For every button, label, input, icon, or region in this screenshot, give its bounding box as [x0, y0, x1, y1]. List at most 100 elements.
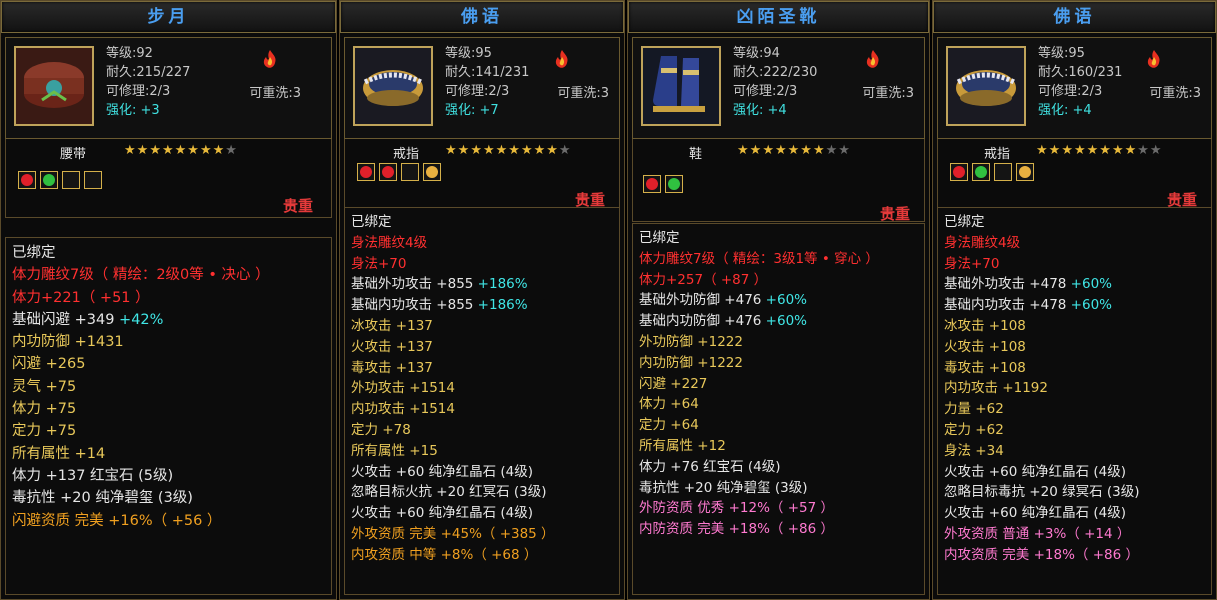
- gem-slot-empty[interactable]: [84, 171, 102, 189]
- attribute-text: 外攻资质 普通 +3%（ +14 ）: [944, 525, 1131, 542]
- level-text: 等级:95: [445, 46, 492, 61]
- attribute-text: 灵气 +75: [12, 378, 77, 395]
- gem-slot-empty[interactable]: [401, 163, 419, 181]
- attribute-line: 内攻资质 完美 +18%（ +86 ）: [944, 545, 1205, 566]
- item-type: 鞋: [689, 147, 703, 162]
- item-stats: 等级:92 耐久:215/227 可修理:2/3 强化: +3: [106, 44, 190, 120]
- star-icon: ★: [774, 143, 788, 158]
- attribute-line: 定力 +62: [944, 420, 1205, 441]
- attribute-text: 身法+70: [944, 255, 1000, 272]
- attribute-line: 冰攻击 +108: [944, 316, 1205, 337]
- attribute-text: 定力 +75: [12, 423, 77, 440]
- attribute-line: 火攻击 +108: [944, 337, 1205, 358]
- star-icon: ★: [558, 143, 572, 158]
- attribute-text: 冰攻击 +137: [351, 317, 433, 334]
- attribute-line: 定力 +64: [639, 415, 918, 436]
- attribute-line: 外攻资质 完美 +45%（ +385 ）: [351, 524, 613, 545]
- attribute-text: 火攻击 +60 纯净红晶石 (4级): [944, 463, 1126, 480]
- attribute-line: 身法+70: [944, 254, 1205, 275]
- item-type: 戒指: [984, 147, 1011, 162]
- attribute-text: 基础内功攻击 +478: [944, 297, 1067, 314]
- star-icon: ★: [457, 143, 471, 158]
- attribute-line: 身法雕纹4级: [944, 233, 1205, 254]
- attribute-line: 内功防御 +1222: [639, 353, 918, 374]
- star-icon: ★: [1036, 143, 1049, 158]
- star-icon: ★: [1124, 143, 1138, 158]
- attribute-line: 基础闪避 +349 +42%: [12, 309, 325, 331]
- attribute-line: 基础外功防御 +476 +60%: [639, 290, 918, 311]
- gem-slot-yellow[interactable]: [1016, 163, 1034, 181]
- item-title: 佛语: [340, 1, 624, 33]
- item-stats: 等级:95 耐久:160/231 可修理:2/3 强化: +4: [1038, 44, 1122, 120]
- gem-slots: [18, 171, 102, 189]
- star-icon: ★: [533, 143, 547, 158]
- enhance-label: 强化:: [106, 103, 137, 118]
- enhance-label: 强化:: [733, 103, 764, 118]
- attribute-text: 体力+257（ +87 ）: [639, 271, 768, 288]
- attribute-text: 毒抗性 +20 纯净碧玺 (3级): [639, 479, 808, 496]
- star-icon: ★: [212, 143, 226, 158]
- item-icon: [14, 46, 94, 126]
- gem-slot-green[interactable]: [665, 175, 683, 193]
- level-text: 等级:95: [1038, 46, 1085, 61]
- repair-text: 可修理:2/3: [445, 84, 510, 99]
- attribute-line: 外功防御 +1222: [639, 332, 918, 353]
- star-icon: ★: [838, 143, 851, 158]
- star-icon: ★: [225, 143, 238, 158]
- star-icon: ★: [124, 143, 137, 158]
- item-header: 等级:95 耐久:141/231 可修理:2/3 强化: +7 可重洗:3: [344, 37, 620, 139]
- attribute-text: 力量 +62: [944, 401, 1004, 418]
- gem-slot-empty[interactable]: [62, 171, 80, 189]
- fire-element-icon: [259, 48, 281, 70]
- star-icon: ★: [470, 143, 483, 158]
- durability-text: 耐久:141/231: [445, 65, 530, 80]
- enhance-value: +4: [1072, 103, 1092, 118]
- gem-slot-red[interactable]: [379, 163, 397, 181]
- star-icon: ★: [1111, 143, 1125, 158]
- attribute-text: 闪避 +265: [12, 356, 86, 373]
- gem-slot-yellow[interactable]: [423, 163, 441, 181]
- item-type: 戒指: [393, 147, 420, 162]
- item-name: 佛语: [461, 7, 503, 27]
- attribute-line: 忽略目标火抗 +20 红冥石 (3级): [351, 482, 613, 503]
- star-icon: ★: [149, 143, 162, 158]
- attribute-text: 内功防御 +1222: [639, 354, 743, 371]
- value-rating: 贵重: [879, 205, 910, 223]
- star-rating: ★★★★★★★★★★: [1036, 143, 1163, 158]
- bound-status: 已绑定: [944, 214, 985, 230]
- enhance-label: 强化:: [1038, 103, 1069, 118]
- attribute-line: 外攻资质 普通 +3%（ +14 ）: [944, 524, 1205, 545]
- gem-slot-red[interactable]: [643, 175, 661, 193]
- gem-slot-red[interactable]: [357, 163, 375, 181]
- attribute-bonus: +60%: [761, 313, 807, 330]
- reforge-text: 可重洗:3: [862, 86, 914, 101]
- gem-slot-empty[interactable]: [994, 163, 1012, 181]
- gem-slot-green[interactable]: [972, 163, 990, 181]
- attribute-line: 定力 +78: [351, 420, 613, 441]
- gem-slots: [643, 175, 683, 193]
- star-icon: ★: [445, 143, 458, 158]
- attribute-line: 火攻击 +137: [351, 337, 613, 358]
- attribute-text: 所有属性 +14: [12, 445, 106, 462]
- durability-text: 耐久:222/230: [733, 65, 818, 80]
- attribute-text: 体力 +137 红宝石 (5级): [12, 467, 174, 484]
- attribute-text: 外功防御 +1222: [639, 333, 743, 350]
- star-icon: ★: [787, 143, 801, 158]
- enhance-value: +3: [140, 103, 160, 118]
- gem-slot-red[interactable]: [950, 163, 968, 181]
- item-header: 等级:92 耐久:215/227 可修理:2/3 强化: +3 可重洗:3: [5, 37, 332, 139]
- repair-text: 可修理:2/3: [106, 84, 171, 99]
- attribute-line: 体力 +76 红宝石 (4级): [639, 457, 918, 478]
- attribute-text: 火攻击 +60 纯净红晶石 (4级): [944, 505, 1126, 522]
- attribute-text: 内功攻击 +1514: [351, 401, 455, 418]
- durability-text: 耐久:160/231: [1038, 65, 1123, 80]
- item-name: 佛语: [1053, 7, 1096, 27]
- star-icon: ★: [187, 143, 200, 158]
- item-header: 等级:94 耐久:222/230 可修理:2/3 强化: +4 可重洗:3: [632, 37, 925, 139]
- attribute-line: 基础外功攻击 +855 +186%: [351, 274, 613, 295]
- gem-slot-green[interactable]: [40, 171, 58, 189]
- gem-slot-red[interactable]: [18, 171, 36, 189]
- item-name: 步月: [147, 7, 190, 27]
- enhance-value: +7: [479, 103, 499, 118]
- attribute-text: 定力 +64: [639, 417, 699, 434]
